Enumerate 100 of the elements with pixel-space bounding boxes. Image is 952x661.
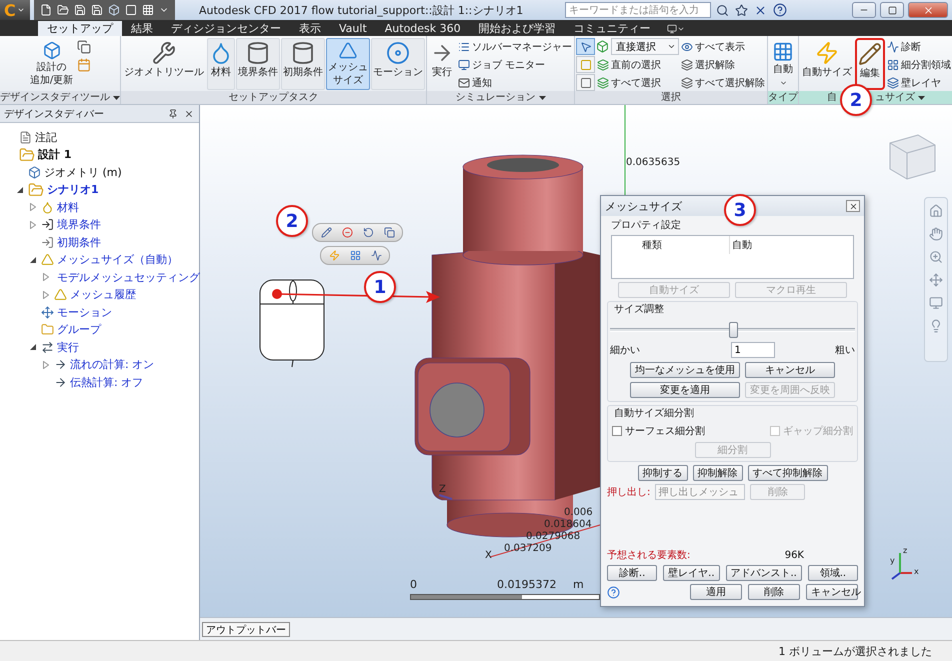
quick-access-button[interactable] (73, 4, 87, 16)
tree-item[interactable]: 境界条件 (57, 217, 101, 232)
quick-access-button[interactable] (39, 4, 53, 16)
search-field[interactable]: キーワードまたは語句を入力 (565, 2, 711, 18)
ribbon-button[interactable]: 壁レイヤ (886, 74, 952, 91)
nav-button[interactable] (928, 227, 944, 241)
ribbon-button[interactable]: 通知 (457, 74, 573, 91)
ribbon-icon-button[interactable] (76, 38, 92, 55)
collapsed-arrow-icon[interactable] (30, 203, 36, 212)
home-icon (929, 204, 943, 218)
pin-button[interactable] (167, 108, 179, 118)
ribbon-tab[interactable]: コミュニティー (564, 21, 660, 36)
help-button[interactable] (772, 3, 788, 17)
dialog-button[interactable]: 均一なメッシュを使用 (630, 362, 740, 378)
ribbon-button[interactable]: 設計の 追加/更新 (28, 38, 76, 90)
tree-item[interactable]: メッシュサイズ（自動） (57, 252, 178, 268)
application-menu-button[interactable]: C (0, 0, 30, 20)
ribbon-button[interactable]: 選択解除 (680, 56, 766, 73)
quick-access-button[interactable] (90, 4, 104, 16)
tree-item[interactable]: モデルメッシュセッティング (57, 270, 200, 285)
ribbon-tab[interactable]: ディシジョンセンター (162, 21, 290, 36)
tree-item[interactable]: メッシュ履歴 (70, 287, 136, 302)
dialog-button[interactable]: 削除 (748, 584, 800, 600)
selection-mode-button[interactable] (576, 38, 595, 55)
tree-item[interactable]: 伝熱計算: オフ (70, 374, 144, 390)
tree-item[interactable]: 設計 1 (38, 147, 72, 162)
checkbox[interactable] (612, 426, 622, 436)
ribbon-button[interactable]: すべて選択 (596, 74, 679, 91)
dialog-button[interactable]: 領域.. (808, 565, 858, 581)
close-button[interactable] (183, 108, 195, 118)
ribbon-tab[interactable]: 開始および学習 (470, 21, 565, 36)
quick-access-button[interactable] (56, 4, 70, 16)
collapsed-arrow-icon[interactable] (43, 360, 49, 369)
section-title: プロパティ設定 (610, 218, 682, 232)
quick-access-button[interactable] (107, 4, 121, 16)
nav-button[interactable] (928, 250, 944, 264)
ribbon-button[interactable]: 境界条件 (236, 38, 280, 90)
output-bar-tab[interactable]: アウトプットバー (202, 622, 290, 636)
ribbon-button[interactable]: すべて選択解除 (680, 74, 766, 91)
tree-item[interactable]: 流れの計算: オン (70, 357, 154, 372)
ribbon-button[interactable]: 診断 (886, 38, 952, 55)
tree-item[interactable]: グループ (57, 322, 101, 338)
dialog-button[interactable]: 変更を適用 (630, 382, 740, 398)
nav-button[interactable] (928, 204, 944, 218)
checkbox-label[interactable]: サーフェス細分割 (612, 424, 705, 438)
nav-button[interactable] (928, 296, 944, 310)
ribbon-button[interactable]: 直前の選択 (596, 56, 679, 73)
dialog-button[interactable]: アドバンスト.. (726, 565, 802, 581)
dialog-button[interactable]: 診断.. (607, 565, 658, 581)
3d-viewport[interactable] (200, 105, 952, 617)
tree-item[interactable]: 実行 (57, 340, 79, 355)
ribbon-tab[interactable]: 結果 (122, 21, 162, 36)
dropdown-arrow-icon[interactable] (113, 96, 120, 100)
maximize-button[interactable] (880, 2, 904, 18)
tree-item[interactable]: 注記 (35, 130, 57, 145)
ribbon-button[interactable]: 細分割領域 (886, 56, 952, 73)
ribbon-button[interactable]: 自動 (769, 38, 797, 90)
expanded-arrow-icon[interactable] (17, 186, 23, 193)
dropdown-arrow-icon[interactable] (918, 96, 925, 100)
dialog-button[interactable]: 壁レイヤ.. (663, 565, 720, 581)
dropdown-arrow-icon[interactable] (538, 96, 546, 100)
tree-item[interactable]: ジオメトリ (m) (44, 164, 122, 180)
tree-item[interactable]: モーション (57, 304, 112, 320)
expanded-arrow-icon[interactable] (30, 256, 36, 263)
selection-mode-button[interactable] (576, 74, 595, 91)
selection-dropdown[interactable]: 直接選択 (611, 38, 679, 55)
size-input[interactable]: 1 (730, 342, 774, 358)
dialog-button[interactable]: 抑制解除 (692, 465, 742, 481)
quick-access-button[interactable] (141, 4, 155, 16)
search-button[interactable] (715, 4, 730, 16)
quick-access-button[interactable] (124, 4, 138, 16)
ribbon-button[interactable]: メッシュ サイズ (326, 38, 370, 90)
close-button[interactable] (846, 200, 860, 212)
ribbon-button[interactable]: 実行 (428, 38, 456, 90)
pin-icon (168, 108, 178, 118)
slider-thumb[interactable] (728, 322, 738, 338)
collapsed-arrow-icon[interactable] (43, 273, 49, 282)
ribbon-button[interactable]: 初期条件 (281, 38, 325, 90)
ribbon-tab[interactable]: 表示 (290, 21, 330, 36)
dialog-button[interactable]: キャンセル (745, 362, 835, 378)
ribbon-tab[interactable]: セットアップ (38, 21, 122, 36)
favorites-button[interactable] (734, 4, 749, 16)
dialog-button[interactable]: 抑制する (638, 465, 688, 481)
pipe-fitting-drawing[interactable] (414, 154, 600, 538)
ribbon-button[interactable]: 材料 (207, 38, 235, 90)
tree-item[interactable]: 初期条件 (57, 234, 101, 250)
ribbon-tab[interactable]: Autodesk 360 (376, 21, 470, 36)
ribbon-button[interactable]: ジオメトリツール (122, 38, 206, 90)
ribbon-tab[interactable]: Vault (330, 21, 376, 36)
collapsed-arrow-icon[interactable] (43, 290, 49, 299)
ribbon-button[interactable]: モーション (371, 38, 425, 90)
expanded-arrow-icon[interactable] (30, 344, 36, 350)
ribbon-button[interactable]: すべて表示 (680, 38, 766, 55)
tree-item[interactable]: シナリオ1 (47, 182, 99, 198)
dialog-button[interactable]: 適用 (690, 584, 742, 600)
dialog-button[interactable]: すべて抑制解除 (748, 465, 828, 481)
ribbon-button[interactable]: ジョブ モニター (457, 56, 573, 73)
collapsed-arrow-icon[interactable] (30, 220, 36, 229)
ribbon-button[interactable]: ソルバーマネージャー (457, 38, 573, 55)
tree-item[interactable]: 材料 (57, 200, 79, 215)
